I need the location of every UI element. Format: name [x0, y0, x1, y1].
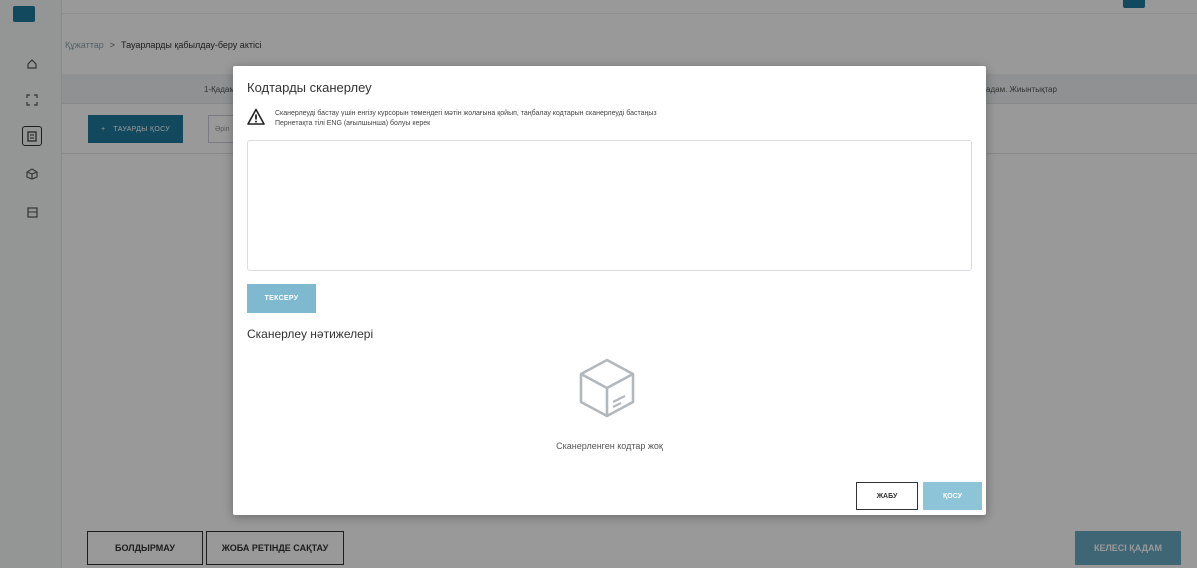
empty-box-icon: [579, 358, 635, 418]
results-title: Сканерлеу нәтижелері: [247, 327, 374, 341]
warning-line-1: Сканерлеуді бастау үшін енгізу курсорын …: [275, 110, 657, 117]
add-button[interactable]: ҚОСУ: [923, 482, 982, 510]
warning-message: Сканерлеуді бастау үшін енгізу курсорын …: [247, 108, 657, 129]
warning-icon: [247, 108, 265, 125]
warning-line-2: Пернетақта тілі ENG (ағылшынша) болуы ке…: [275, 120, 431, 127]
scan-codes-modal: Кодтарды сканерлеу Сканерлеуді бастау үш…: [233, 66, 986, 515]
modal-title: Кодтарды сканерлеу: [247, 80, 372, 95]
check-button[interactable]: ТЕКСЕРУ: [247, 284, 316, 313]
empty-results-text: Сканерленген кодтар жоқ: [556, 441, 663, 451]
close-button[interactable]: ЖАБУ: [856, 482, 918, 510]
scan-codes-input[interactable]: [247, 140, 972, 271]
